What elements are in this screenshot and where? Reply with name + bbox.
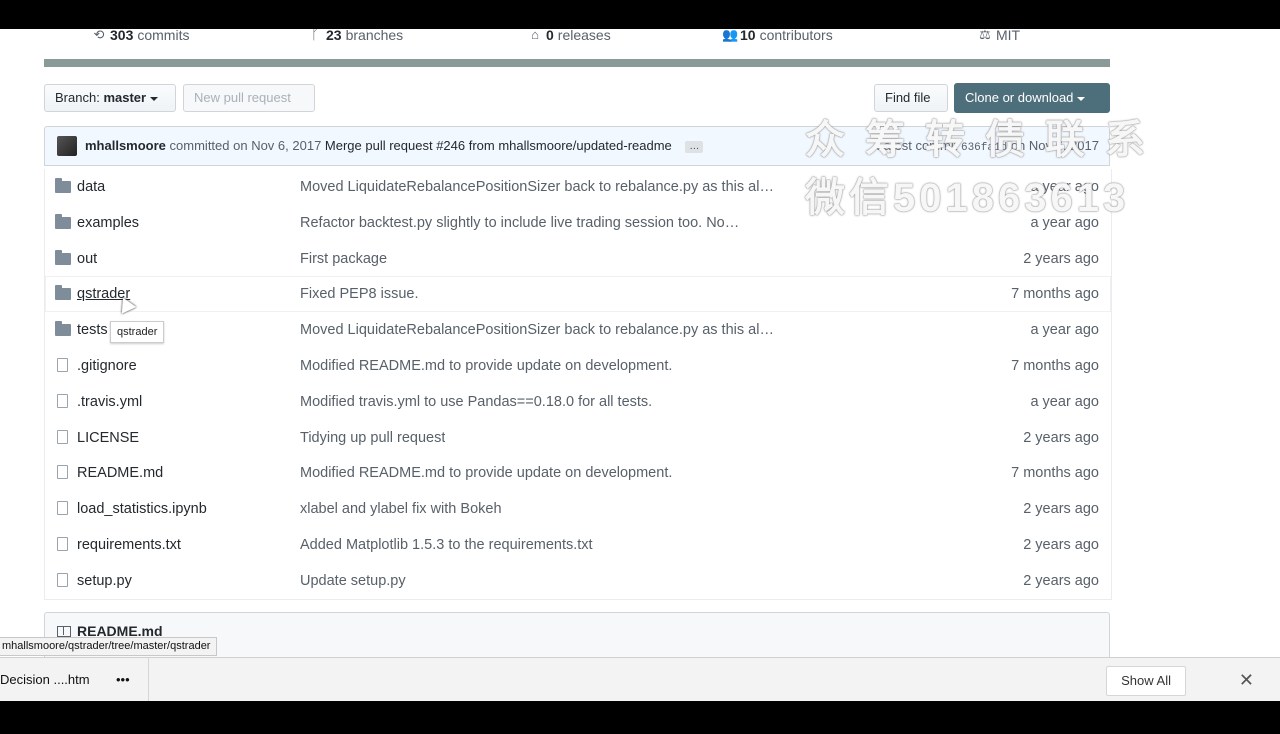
- avatar[interactable]: [57, 136, 77, 156]
- watermark-line-2: 微信501863613: [805, 176, 1130, 220]
- table-row[interactable]: requirements.txt Added Matplotlib 1.5.3 …: [45, 527, 1111, 563]
- file-icon: [57, 465, 68, 480]
- folder-icon: [55, 249, 71, 265]
- download-shelf: Decision ....htm ••• Show All ✕: [0, 657, 1280, 701]
- table-row[interactable]: out First package 2 years ago: [45, 241, 1111, 277]
- watermark-line-1: 众筹转债联系: [805, 118, 1165, 162]
- commit-message-link[interactable]: Moved LiquidateRebalancePositionSizer ba…: [300, 312, 774, 348]
- file-age: 2 years ago: [1023, 429, 1099, 446]
- tag-icon: ⌂: [531, 29, 539, 42]
- contributors-link[interactable]: 👥 10 contributors: [722, 29, 833, 43]
- numbers-summary: ⟲ 303 commits ᚴ 23 branches ⌂ 0 releases…: [44, 29, 1110, 67]
- caret-down-icon: [1077, 96, 1086, 101]
- table-row[interactable]: .travis.yml Modified travis.yml to use P…: [45, 384, 1111, 420]
- status-bar-url: mhallsmoore/qstrader/tree/master/qstrade…: [0, 637, 218, 656]
- file-name-link[interactable]: LICENSE: [77, 420, 139, 456]
- folder-icon: [55, 285, 71, 301]
- people-icon: 👥: [722, 29, 739, 42]
- table-row[interactable]: .gitignore Modified README.md to provide…: [45, 348, 1111, 384]
- file-age: 2 years ago: [1023, 501, 1099, 518]
- new-pull-request-button[interactable]: New pull request: [183, 84, 315, 112]
- commit-message-link[interactable]: Merge pull request #246 from mhallsmoore…: [325, 138, 672, 153]
- commit-message-link[interactable]: xlabel and ylabel fix with Bokeh: [300, 491, 502, 527]
- folder-icon: [55, 213, 71, 229]
- commit-message-link[interactable]: Fixed PEP8 issue.: [300, 276, 418, 312]
- file-name-link[interactable]: .travis.yml: [77, 384, 142, 420]
- branch-select-button[interactable]: Branch: master: [44, 84, 176, 112]
- commit-message-link[interactable]: Tidying up pull request: [300, 420, 445, 456]
- table-row[interactable]: setup.py Update setup.py 2 years ago: [45, 563, 1111, 599]
- file-icon: [57, 572, 68, 587]
- commit-message-link[interactable]: Moved LiquidateRebalancePositionSizer ba…: [300, 169, 774, 205]
- file-icon: [57, 501, 68, 516]
- file-name-link[interactable]: README.md: [77, 455, 163, 491]
- releases-link[interactable]: ⌂ 0 releases: [528, 29, 611, 43]
- table-row[interactable]: LICENSE Tidying up pull request 2 years …: [45, 420, 1111, 456]
- show-all-button[interactable]: Show All: [1106, 666, 1186, 696]
- table-row[interactable]: README.md Modified README.md to provide …: [45, 455, 1111, 491]
- file-age: a year ago: [1030, 393, 1099, 410]
- file-name-link[interactable]: examples: [77, 205, 139, 241]
- file-age: 2 years ago: [1023, 572, 1099, 589]
- file-name-link[interactable]: data: [77, 169, 105, 205]
- table-row[interactable]: load_statistics.ipynb xlabel and ylabel …: [45, 491, 1111, 527]
- caret-down-icon: [150, 96, 159, 101]
- commit-message-link[interactable]: Refactor backtest.py slightly to include…: [300, 205, 739, 241]
- book-icon: [57, 625, 71, 637]
- table-row[interactable]: qstrader Fixed PEP8 issue. 7 months ago: [45, 276, 1111, 313]
- table-row[interactable]: tests Moved LiquidateRebalancePositionSi…: [45, 312, 1111, 348]
- folder-icon: [55, 178, 71, 193]
- link-tooltip: qstrader: [110, 321, 165, 343]
- file-name-link[interactable]: .gitignore: [77, 348, 137, 384]
- file-age: 7 months ago: [1011, 465, 1099, 482]
- file-age: a year ago: [1030, 322, 1099, 339]
- branches-link[interactable]: ᚴ 23 branches: [308, 29, 403, 43]
- file-name-link[interactable]: tests: [77, 312, 108, 348]
- commit-message-link[interactable]: Modified README.md to provide update on …: [300, 455, 672, 491]
- download-filename: Decision ....htm: [0, 672, 90, 687]
- commits-link[interactable]: ⟲ 303 commits: [92, 29, 190, 43]
- file-name-link[interactable]: requirements.txt: [77, 527, 181, 563]
- file-icon: [57, 393, 68, 408]
- license-link[interactable]: ⚖ MIT: [978, 29, 1020, 43]
- repo-page: ⟲ 303 commits ᚴ 23 branches ⌂ 0 releases…: [0, 29, 1280, 701]
- commit-message-link[interactable]: Modified README.md to provide update on …: [300, 348, 672, 384]
- file-icon: [57, 357, 68, 372]
- commit-author-link[interactable]: mhallsmoore: [85, 138, 166, 153]
- expand-commit-button[interactable]: …: [685, 140, 704, 153]
- file-age: 2 years ago: [1023, 250, 1099, 267]
- file-name-link[interactable]: setup.py: [77, 563, 132, 599]
- commit-message-link[interactable]: Modified travis.yml to use Pandas==0.18.…: [300, 384, 652, 420]
- file-age: 7 months ago: [1011, 286, 1099, 303]
- more-options-icon[interactable]: •••: [116, 658, 130, 701]
- law-icon: ⚖: [979, 29, 991, 42]
- folder-icon: [55, 321, 71, 337]
- commit-message-link[interactable]: First package: [300, 241, 387, 277]
- commit-message-link[interactable]: Update setup.py: [300, 563, 406, 599]
- commit-message-link[interactable]: Added Matplotlib 1.5.3 to the requiremen…: [300, 527, 593, 563]
- file-name-link[interactable]: out: [77, 241, 97, 277]
- download-item[interactable]: Decision ....htm •••: [0, 658, 149, 701]
- file-icon: [57, 536, 68, 551]
- file-age: 7 months ago: [1011, 357, 1099, 374]
- close-icon[interactable]: ✕: [1239, 658, 1254, 701]
- file-icon: [57, 429, 68, 444]
- file-list: data Moved LiquidateRebalancePositionSiz…: [44, 169, 1112, 600]
- file-name-link[interactable]: load_statistics.ipynb: [77, 491, 207, 527]
- branch-icon: ᚴ: [311, 29, 319, 42]
- commit-summary: mhallsmoore committed on Nov 6, 2017 Mer…: [85, 127, 704, 165]
- file-age: 2 years ago: [1023, 536, 1099, 553]
- history-icon: ⟲: [93, 29, 105, 42]
